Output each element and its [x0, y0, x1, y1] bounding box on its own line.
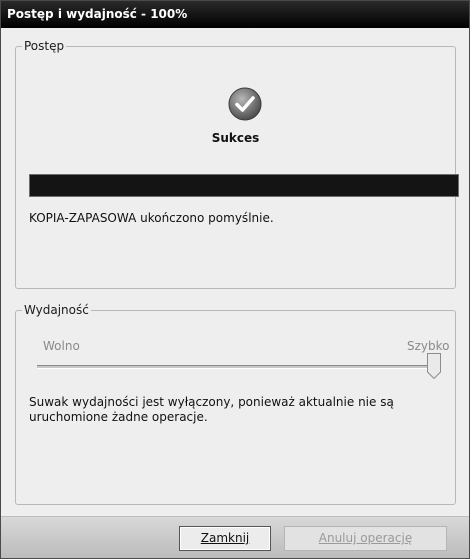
close-button[interactable]: Zamknij — [179, 526, 271, 551]
progress-group: Postęp Sukces KOPIA-ZAPASOWA ukończono p… — [15, 38, 459, 289]
performance-slider-thumb — [427, 353, 441, 379]
progress-bar-fill — [30, 175, 458, 196]
close-button-label: Zamknij — [200, 531, 250, 545]
progress-bar — [29, 174, 459, 197]
cancel-operation-button: Anuluj operację — [284, 526, 447, 551]
window-title: Postęp i wydajność - 100% — [1, 1, 469, 28]
check-icon — [228, 87, 262, 121]
status-message: KOPIA-ZAPASOWA ukończono pomyślnie. — [29, 211, 274, 225]
progress-group-legend: Postęp — [22, 38, 67, 54]
slider-fast-label: Szybko — [407, 339, 450, 353]
performance-group-legend: Wydajność — [22, 302, 91, 318]
button-bar: Zamknij Anuluj operację — [1, 517, 469, 558]
slider-description: Suwak wydajności jest wyłączony, poniewa… — [29, 395, 394, 424]
performance-slider-track — [37, 365, 439, 369]
result-title: Sukces — [211, 131, 260, 145]
progress-dialog: Postęp i wydajność - 100% Postęp Sukces … — [0, 0, 470, 559]
cancel-button-label: Anuluj operację — [318, 531, 413, 545]
performance-group: Wydajność Wolno Szybko Suwak wydajności … — [15, 302, 456, 505]
slider-slow-label: Wolno — [43, 339, 80, 353]
